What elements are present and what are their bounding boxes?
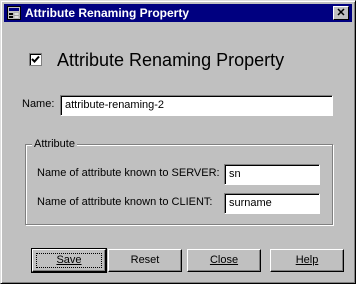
close-icon[interactable]: ✕ — [333, 6, 349, 20]
server-attribute-label: Name of attribute known to SERVER: — [37, 167, 220, 179]
enabled-checkbox[interactable] — [29, 53, 42, 66]
reset-button-label: Reset — [130, 254, 160, 266]
name-input[interactable]: attribute-renaming-2 — [60, 95, 333, 116]
help-button[interactable]: Help — [270, 249, 344, 272]
client-attribute-input[interactable]: surname — [224, 193, 320, 214]
close-button[interactable]: Close — [187, 249, 261, 272]
page-title: Attribute Renaming Property — [57, 50, 285, 70]
server-attribute-input[interactable]: sn — [224, 164, 320, 185]
title-bar[interactable]: Attribute Renaming Property ✕ — [4, 4, 352, 22]
name-label: Name: — [22, 98, 55, 110]
reset-button[interactable]: Reset — [108, 249, 182, 272]
app-icon — [7, 6, 21, 20]
attribute-group-legend: Attribute — [32, 137, 77, 151]
save-button-label: Save — [56, 254, 82, 266]
client-attribute-label: Name of attribute known to CLIENT: — [37, 196, 213, 208]
close-button-label: Close — [209, 254, 239, 266]
dialog-window: Attribute Renaming Property ✕ Attribute … — [0, 0, 356, 284]
window-title: Attribute Renaming Property — [25, 6, 190, 20]
checkmark-icon — [31, 55, 40, 63]
help-button-label: Help — [295, 254, 319, 266]
save-button[interactable]: Save — [31, 248, 107, 273]
